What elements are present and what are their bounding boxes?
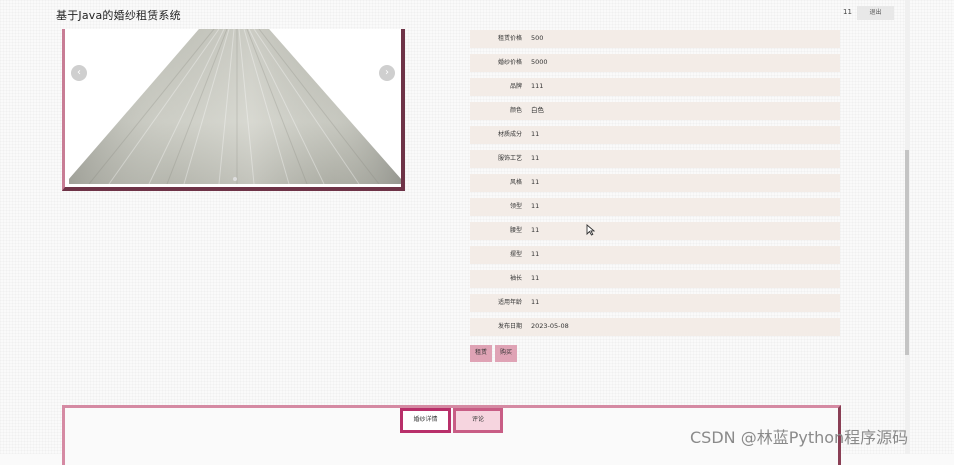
detail-label: 摆型 xyxy=(509,251,522,258)
detail-value: 11 xyxy=(531,250,540,258)
detail-value: 11 xyxy=(531,154,540,162)
buy-button[interactable]: 购买 xyxy=(495,345,517,362)
detail-row-dress-price: 婚纱价格 5000 xyxy=(470,54,840,72)
detail-label: 材质成分 xyxy=(497,131,522,138)
detail-row-hem: 摆型 11 xyxy=(470,246,840,264)
detail-label: 腰型 xyxy=(509,227,522,234)
detail-label: 服饰工艺 xyxy=(497,155,522,162)
rent-button[interactable]: 租赁 xyxy=(470,345,492,362)
detail-row-craft: 服饰工艺 11 xyxy=(470,150,840,168)
detail-row-waist: 腰型 11 xyxy=(470,222,840,240)
detail-label: 风格 xyxy=(509,179,522,186)
chevron-right-icon[interactable]: › xyxy=(379,65,395,81)
detail-value: 白色 xyxy=(531,106,544,114)
logout-button[interactable]: 退出 xyxy=(857,6,894,20)
detail-row-neckline: 领型 11 xyxy=(470,198,840,216)
detail-row-material: 材质成分 11 xyxy=(470,126,840,144)
tab-dress-details[interactable]: 婚纱详情 xyxy=(400,408,451,433)
detail-value: 11 xyxy=(531,178,540,186)
detail-value: 11 xyxy=(531,274,540,282)
detail-row-sleeve: 袖长 11 xyxy=(470,270,840,288)
detail-label: 领型 xyxy=(509,203,522,210)
detail-value: 11 xyxy=(531,130,540,138)
detail-label: 发布日期 xyxy=(497,323,522,330)
detail-row-age: 适用年龄 11 xyxy=(470,294,840,312)
detail-label: 品牌 xyxy=(509,83,522,90)
detail-value: 5000 xyxy=(531,58,548,66)
scrollbar-thumb[interactable] xyxy=(905,150,909,355)
detail-value: 500 xyxy=(531,34,544,42)
detail-row-publish-date: 发布日期 2023-05-08 xyxy=(470,318,840,336)
mouse-pointer-icon xyxy=(586,224,595,236)
detail-label: 颜色 xyxy=(509,107,522,114)
detail-label: 租赁价格 xyxy=(497,35,522,42)
user-name[interactable]: 11 xyxy=(843,8,852,16)
chevron-left-icon[interactable]: ‹ xyxy=(71,65,87,81)
watermark-text: CSDN @林蓝Python程序源码 xyxy=(690,428,909,447)
detail-row-style: 风格 11 xyxy=(470,174,840,192)
detail-row-color: 颜色 白色 xyxy=(470,102,840,120)
detail-row-rent-price: 租赁价格 500 xyxy=(470,30,840,48)
detail-value: 2023-05-08 xyxy=(531,322,569,330)
top-bar: 基于Java的婚纱租赁系统 11 退出 xyxy=(0,0,905,30)
app-title: 基于Java的婚纱租赁系统 xyxy=(56,9,181,22)
tab-comments[interactable]: 评论 xyxy=(453,408,503,433)
detail-row-brand: 品牌 111 xyxy=(470,78,840,96)
carousel-indicator[interactable] xyxy=(233,177,237,181)
detail-value: 11 xyxy=(531,226,540,234)
detail-label: 适用年龄 xyxy=(497,299,522,306)
detail-value: 111 xyxy=(531,82,544,90)
image-carousel: ‹ › xyxy=(62,29,405,191)
detail-label: 袖长 xyxy=(509,275,522,282)
detail-label: 婚纱价格 xyxy=(497,59,522,66)
wedding-dress-image xyxy=(69,29,401,184)
detail-value: 11 xyxy=(531,202,540,210)
detail-value: 11 xyxy=(531,298,540,306)
